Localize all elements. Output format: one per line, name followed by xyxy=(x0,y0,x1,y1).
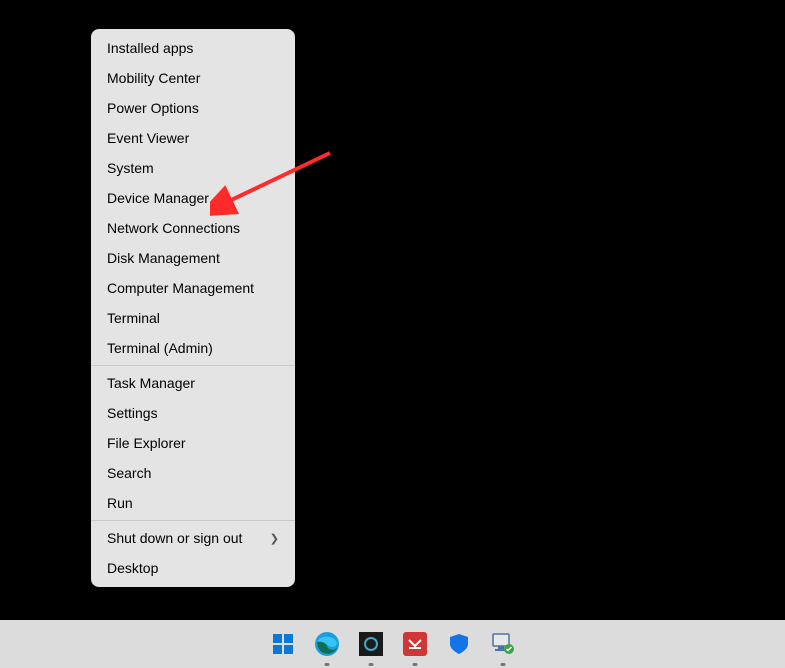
menu-item-terminal[interactable]: Terminal xyxy=(91,303,295,333)
taskbar-icon-device-manager[interactable] xyxy=(487,628,519,660)
menu-item-label: Settings xyxy=(107,405,158,421)
menu-separator xyxy=(91,365,295,366)
start-button[interactable] xyxy=(267,628,299,660)
app-red-icon xyxy=(403,632,427,656)
chevron-right-icon: ❯ xyxy=(270,532,279,545)
device-manager-icon xyxy=(490,631,516,657)
menu-item-label: System xyxy=(107,160,154,176)
menu-item-file-explorer[interactable]: File Explorer xyxy=(91,428,295,458)
menu-item-settings[interactable]: Settings xyxy=(91,398,295,428)
windows-logo-icon xyxy=(271,632,295,656)
taskbar-indicator xyxy=(324,663,329,666)
edge-icon xyxy=(314,631,340,657)
menu-item-label: Task Manager xyxy=(107,375,195,391)
menu-item-label: Power Options xyxy=(107,100,199,116)
shield-icon xyxy=(447,632,471,656)
taskbar-icon-security[interactable] xyxy=(443,628,475,660)
menu-item-label: Terminal (Admin) xyxy=(107,340,213,356)
menu-item-label: Terminal xyxy=(107,310,160,326)
taskbar-indicator xyxy=(368,663,373,666)
app-dark-icon xyxy=(359,632,383,656)
menu-item-mobility-center[interactable]: Mobility Center xyxy=(91,63,295,93)
menu-item-installed-apps[interactable]: Installed apps xyxy=(91,33,295,63)
taskbar-indicator xyxy=(412,663,417,666)
menu-item-disk-management[interactable]: Disk Management xyxy=(91,243,295,273)
taskbar-icon-app-dark[interactable] xyxy=(355,628,387,660)
menu-item-label: Computer Management xyxy=(107,280,254,296)
menu-item-desktop[interactable]: Desktop xyxy=(91,553,295,583)
taskbar-indicator xyxy=(500,663,505,666)
menu-item-label: Search xyxy=(107,465,151,481)
menu-item-search[interactable]: Search xyxy=(91,458,295,488)
menu-item-label: Mobility Center xyxy=(107,70,200,86)
menu-item-run[interactable]: Run xyxy=(91,488,295,518)
menu-item-task-manager[interactable]: Task Manager xyxy=(91,368,295,398)
winx-context-menu: Installed apps Mobility Center Power Opt… xyxy=(91,29,295,587)
taskbar-icon-app-red[interactable] xyxy=(399,628,431,660)
menu-item-label: Desktop xyxy=(107,560,158,576)
taskbar xyxy=(0,620,785,668)
menu-item-network-connections[interactable]: Network Connections xyxy=(91,213,295,243)
menu-item-power-options[interactable]: Power Options xyxy=(91,93,295,123)
menu-item-shutdown-signout[interactable]: Shut down or sign out ❯ xyxy=(91,523,295,553)
menu-item-computer-management[interactable]: Computer Management xyxy=(91,273,295,303)
menu-item-system[interactable]: System xyxy=(91,153,295,183)
menu-item-label: Run xyxy=(107,495,133,511)
menu-item-label: Device Manager xyxy=(107,190,209,206)
menu-item-terminal-admin[interactable]: Terminal (Admin) xyxy=(91,333,295,363)
menu-item-device-manager[interactable]: Device Manager xyxy=(91,183,295,213)
menu-separator xyxy=(91,520,295,521)
menu-item-label: Installed apps xyxy=(107,40,193,56)
menu-item-label: File Explorer xyxy=(107,435,186,451)
menu-item-label: Shut down or sign out xyxy=(107,530,242,546)
menu-item-event-viewer[interactable]: Event Viewer xyxy=(91,123,295,153)
menu-item-label: Event Viewer xyxy=(107,130,189,146)
taskbar-icon-edge[interactable] xyxy=(311,628,343,660)
menu-item-label: Network Connections xyxy=(107,220,240,236)
menu-item-label: Disk Management xyxy=(107,250,220,266)
